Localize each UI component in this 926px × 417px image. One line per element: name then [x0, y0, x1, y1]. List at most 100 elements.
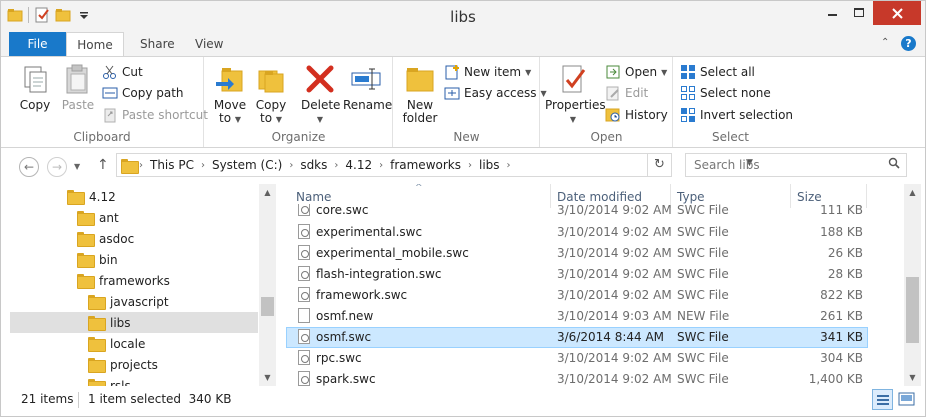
tree-label: locale	[110, 336, 146, 351]
table-row[interactable]: framework.swc 3/10/2014 9:02 AM SWC File…	[286, 285, 906, 306]
breadcrumb-system-c[interactable]: System (C:)	[207, 158, 287, 172]
scroll-up-icon[interactable]: ▲	[904, 184, 921, 201]
tree-label: libs	[110, 315, 131, 330]
tab-view[interactable]: View	[181, 32, 237, 56]
folder-icon	[88, 337, 106, 352]
file-list: ^ Name Date modified Type Size core.swc …	[286, 184, 906, 386]
tree-item-rsls[interactable]: rsls	[88, 375, 131, 386]
tree-item-projects[interactable]: projects	[88, 354, 158, 375]
breadcrumb-sdks[interactable]: sdks	[295, 158, 332, 172]
copy-label: Copy	[19, 98, 51, 112]
column-size[interactable]: Size	[797, 190, 822, 204]
paste-button[interactable]: Paste	[59, 63, 97, 112]
file-list-scrollbar[interactable]: ▲ ▼	[904, 184, 921, 386]
breadcrumb-this-pc[interactable]: This PC	[145, 158, 199, 172]
breadcrumb-separator[interactable]: ›	[199, 160, 207, 171]
tree-item-bin[interactable]: bin	[77, 249, 118, 270]
file-date: 3/10/2014 9:02 AM	[557, 204, 672, 217]
table-row[interactable]: experimental.swc 3/10/2014 9:02 AM SWC F…	[286, 222, 906, 243]
scrollbar-thumb[interactable]	[906, 277, 919, 343]
scroll-up-icon[interactable]: ▲	[259, 184, 276, 201]
breadcrumb-separator[interactable]: ›	[505, 160, 513, 171]
navigation-scrollbar[interactable]: ▲ ▼	[259, 184, 276, 386]
breadcrumb-separator[interactable]: ›	[332, 160, 340, 171]
breadcrumb-separator[interactable]: ›	[377, 160, 385, 171]
scrollbar-thumb[interactable]	[261, 297, 274, 316]
tree-item-libs[interactable]: libs	[10, 312, 258, 333]
file-name: core.swc	[316, 204, 369, 217]
move-to-label-2: to	[218, 111, 232, 125]
tab-home[interactable]: Home	[66, 32, 124, 57]
maximize-button[interactable]	[846, 1, 872, 25]
properties-button[interactable]: Properties ▼	[545, 63, 606, 126]
up-arrow-icon[interactable]: ↑	[97, 157, 109, 173]
minimize-button[interactable]	[819, 1, 846, 25]
copy-icon	[19, 63, 51, 95]
easy-access-button[interactable]: Easy access ▼	[444, 84, 547, 102]
invert-selection-button[interactable]: Invert selection	[680, 106, 793, 124]
copy-path-button[interactable]: Copy path	[102, 84, 184, 102]
ribbon-tabs: File Home Share View ⌃ ?	[1, 32, 925, 57]
paste-shortcut-label: Paste shortcut	[122, 108, 208, 122]
tree-item-asdoc[interactable]: asdoc	[77, 228, 134, 249]
table-row[interactable]: osmf.new 3/10/2014 9:03 AM NEW File 261 …	[286, 306, 906, 327]
file-size: 26 KB	[827, 246, 863, 260]
open-button[interactable]: Open ▼	[605, 63, 667, 81]
paste-shortcut-button[interactable]: Paste shortcut	[102, 106, 208, 124]
edit-button[interactable]: Edit	[605, 84, 648, 102]
details-view-button[interactable]	[872, 389, 893, 410]
minimize-ribbon-icon[interactable]: ⌃	[881, 37, 889, 48]
back-button[interactable]: ←	[19, 157, 39, 177]
scroll-down-icon[interactable]: ▼	[904, 369, 921, 386]
copy-button[interactable]: Copy	[15, 63, 55, 112]
select-none-button[interactable]: Select none	[680, 84, 771, 102]
tree-item-ant[interactable]: ant	[77, 207, 119, 228]
tree-item-locale[interactable]: locale	[88, 333, 145, 354]
breadcrumb-separator[interactable]: ›	[466, 160, 474, 171]
file-size: 341 KB	[820, 330, 863, 344]
address-bar[interactable]: › This PC › System (C:) › sdks › 4.12 › …	[116, 153, 753, 177]
help-icon[interactable]: ?	[901, 36, 916, 51]
scroll-down-icon[interactable]: ▼	[259, 369, 276, 386]
table-row[interactable]: rpc.swc 3/10/2014 9:02 AM SWC File 304 K…	[286, 348, 906, 369]
breadcrumb-frameworks[interactable]: frameworks	[385, 158, 466, 172]
rename-button[interactable]: Rename	[343, 63, 392, 112]
copy-to-button[interactable]: Copy to ▼	[252, 63, 290, 126]
delete-button[interactable]: Delete ▼	[301, 63, 340, 126]
new-group-label: New	[453, 130, 480, 144]
new-item-button[interactable]: New item ▼	[444, 63, 531, 81]
table-row[interactable]: flash-integration.swc 3/10/2014 9:02 AM …	[286, 264, 906, 285]
tab-file[interactable]: File	[9, 32, 66, 56]
tree-item-4-12[interactable]: 4.12	[67, 186, 116, 207]
forward-button[interactable]: →	[47, 157, 67, 177]
new-folder-button[interactable]: New folder	[400, 63, 440, 125]
large-icons-view-button[interactable]	[896, 389, 917, 410]
tree-item-frameworks[interactable]: frameworks	[77, 270, 170, 291]
cut-button[interactable]: Cut	[102, 63, 143, 81]
breadcrumb-separator[interactable]: ›	[287, 160, 295, 171]
refresh-icon[interactable]: ↻	[647, 154, 671, 176]
address-row: ← → ▼ ↑ › This PC › System (C:) › sdks ›…	[1, 148, 925, 184]
copy-to-label-2: to	[259, 111, 273, 125]
history-button[interactable]: History	[605, 106, 668, 124]
open-icon	[605, 64, 621, 80]
column-date[interactable]: Date modified	[557, 190, 642, 204]
close-button[interactable]	[873, 1, 921, 25]
search-input[interactable]: Search libs	[685, 153, 907, 177]
tree-label: frameworks	[99, 273, 170, 288]
column-name[interactable]: Name	[296, 190, 331, 204]
recent-locations-icon[interactable]: ▼	[74, 162, 80, 171]
properties-label: Properties	[545, 98, 606, 112]
breadcrumb-libs[interactable]: libs	[474, 158, 505, 172]
tab-share[interactable]: Share	[126, 32, 189, 56]
table-row[interactable]: spark.swc 3/10/2014 9:02 AM SWC File 1,4…	[286, 369, 906, 386]
table-row-selected[interactable]: osmf.swc 3/6/2014 8:44 AM SWC File 341 K…	[286, 327, 868, 348]
breadcrumb-4-12[interactable]: 4.12	[340, 158, 377, 172]
move-to-button[interactable]: Move to ▼	[211, 63, 249, 126]
column-type[interactable]: Type	[677, 190, 705, 204]
table-row[interactable]: core.swc 3/10/2014 9:02 AM SWC File 111 …	[286, 204, 906, 220]
table-row[interactable]: experimental_mobile.swc 3/10/2014 9:02 A…	[286, 243, 906, 264]
tree-item-javascript[interactable]: javascript	[88, 291, 169, 312]
file-date: 3/10/2014 9:02 AM	[557, 351, 672, 365]
select-all-button[interactable]: Select all	[680, 63, 755, 81]
